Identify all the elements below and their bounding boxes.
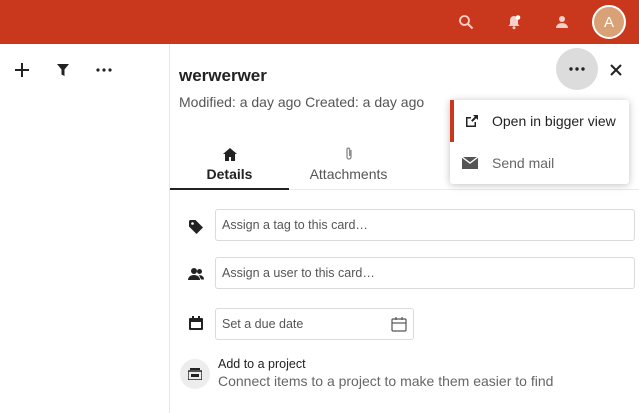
calendar-icon	[187, 314, 205, 332]
project-icon[interactable]	[180, 359, 210, 389]
bell-icon[interactable]	[502, 10, 526, 34]
contacts-icon[interactable]	[550, 10, 574, 34]
menu-item-label: Open in bigger view	[492, 113, 616, 129]
app-navigation	[0, 44, 170, 413]
tab-details[interactable]: Details	[170, 144, 289, 190]
app-header: A	[0, 0, 639, 44]
add-project-description: Connect items to a project to make them …	[218, 373, 554, 389]
filter-icon[interactable]	[51, 58, 75, 82]
actions-menu: Open in bigger view Send mail	[450, 100, 629, 184]
due-date-input[interactable]: Set a due date	[215, 308, 414, 340]
more-actions-button[interactable]	[556, 48, 598, 90]
tab-details-label: Details	[206, 166, 253, 182]
home-icon	[222, 146, 238, 162]
user-avatar[interactable]: A	[592, 5, 626, 39]
close-icon	[610, 64, 622, 76]
card-meta: Modified: a day ago Created: a day ago	[179, 94, 425, 110]
user-input[interactable]: Assign a user to this card…	[215, 257, 635, 289]
tab-attachments[interactable]: Attachments	[289, 144, 408, 190]
search-icon[interactable]	[454, 10, 478, 34]
plus-icon[interactable]	[10, 58, 34, 82]
due-date-placeholder: Set a due date	[222, 317, 304, 331]
avatar-initial: A	[603, 13, 614, 31]
close-button[interactable]	[606, 60, 626, 80]
menu-item-send-mail[interactable]: Send mail	[450, 142, 629, 184]
add-project-title[interactable]: Add to a project	[218, 357, 306, 371]
more-icon[interactable]	[92, 58, 116, 82]
calendar-picker-icon[interactable]	[391, 316, 407, 335]
card-title[interactable]: werwerwer	[179, 66, 267, 86]
users-icon	[187, 265, 205, 283]
tag-icon	[187, 218, 205, 236]
more-icon	[569, 67, 585, 71]
paperclip-icon	[341, 146, 357, 162]
tab-attachments-label: Attachments	[309, 166, 388, 182]
external-link-icon	[464, 113, 480, 129]
tag-input[interactable]: Assign a tag to this card…	[215, 209, 635, 241]
menu-item-open-bigger-view[interactable]: Open in bigger view	[450, 100, 629, 142]
mail-icon	[462, 155, 478, 171]
menu-item-label: Send mail	[492, 155, 555, 171]
